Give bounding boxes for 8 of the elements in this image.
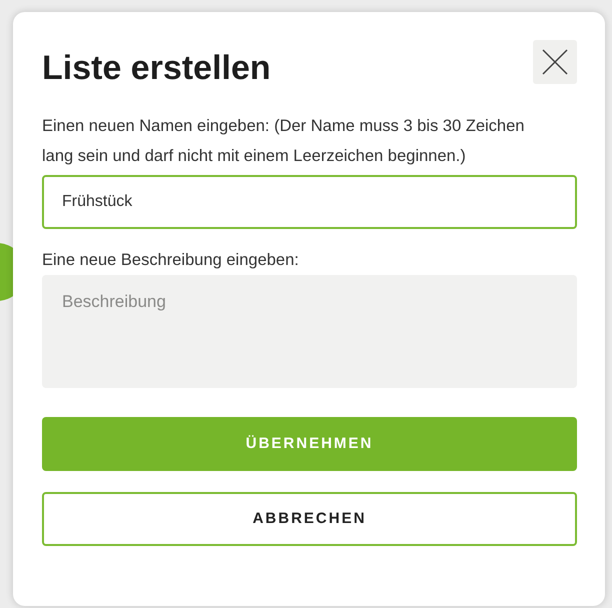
description-label: Eine neue Beschreibung eingeben: xyxy=(42,250,300,272)
dialog-title: Liste erstellen xyxy=(42,48,271,88)
name-label: Einen neuen Namen eingeben: (Der Name muss 3 bis 30 Zeichen lang sein und darf nicht mit einem Leerzeichen beginnen.) xyxy=(42,116,526,168)
close-button[interactable] xyxy=(533,40,577,84)
cancel-button[interactable]: ABBRECHEN xyxy=(42,492,577,546)
close-icon xyxy=(541,48,569,76)
description-field[interactable]: Beschreibung xyxy=(42,275,577,388)
name-input-field[interactable]: Frühstück xyxy=(42,175,577,230)
